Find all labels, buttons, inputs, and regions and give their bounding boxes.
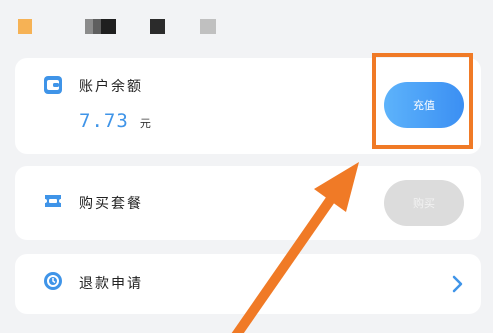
chevron-right-icon[interactable] bbox=[451, 274, 465, 298]
package-title: 购买套餐 bbox=[79, 196, 143, 212]
balance-unit: 元 bbox=[139, 117, 151, 130]
package-card: 购买套餐 购买 bbox=[15, 166, 481, 240]
balance-card: 账户余额 7.73 元 充值 bbox=[15, 58, 481, 154]
status-blurred-block bbox=[85, 19, 93, 34]
status-blurred-block bbox=[200, 19, 216, 34]
status-app-icon bbox=[18, 19, 32, 34]
status-blurred-block bbox=[93, 19, 101, 34]
status-blurred-block bbox=[150, 19, 165, 34]
refund-icon bbox=[43, 271, 63, 295]
balance-amount: 7.73 bbox=[79, 110, 129, 132]
balance-title: 账户余额 bbox=[79, 79, 143, 95]
buy-package-button[interactable]: 购买 bbox=[384, 180, 464, 226]
refund-card[interactable]: 退款申请 bbox=[15, 254, 481, 314]
balance-row: 7.73 元 bbox=[79, 110, 151, 132]
recharge-button[interactable]: 充值 bbox=[384, 82, 464, 128]
status-blurred-block bbox=[101, 19, 116, 34]
status-bar bbox=[0, 0, 493, 50]
refund-title: 退款申请 bbox=[79, 276, 143, 292]
ticket-icon bbox=[43, 191, 63, 215]
wallet-icon bbox=[43, 75, 63, 99]
